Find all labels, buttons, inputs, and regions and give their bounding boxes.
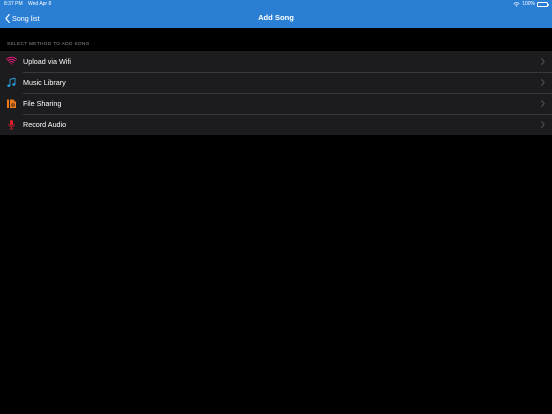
chevron-right-icon	[541, 58, 545, 65]
status-date: Wed Apr 8	[28, 1, 52, 7]
record-audio-item[interactable]: Record Audio	[0, 114, 552, 135]
header: 8:37 PM Wed Apr 8 100% Song list Add Son…	[0, 0, 552, 28]
item-label: Music Library	[23, 78, 66, 87]
upload-via-wifi-item[interactable]: Upload via Wifi	[0, 51, 552, 72]
status-time: 8:37 PM	[4, 1, 23, 7]
page-title: Add Song	[258, 13, 294, 22]
item-label: Upload via Wifi	[23, 57, 71, 66]
wifi-status-icon	[513, 2, 520, 7]
chevron-right-icon	[541, 79, 545, 86]
item-label: Record Audio	[23, 120, 67, 129]
music-library-item[interactable]: Music Library	[0, 72, 552, 93]
item-label: File Sharing	[23, 99, 62, 108]
status-bar: 8:37 PM Wed Apr 8 100%	[0, 0, 552, 9]
status-right: 100%	[513, 0, 549, 9]
file-sharing-item[interactable]: File Sharing	[0, 93, 552, 114]
status-left: 8:37 PM Wed Apr 8	[4, 0, 55, 9]
nav-bar: Song list Add Song	[0, 9, 552, 28]
chevron-right-icon	[541, 121, 545, 128]
microphone-icon	[8, 120, 15, 130]
battery-percent: 100%	[522, 1, 535, 7]
method-list: Upload via Wifi Music Library File Shari…	[0, 51, 552, 135]
wifi-icon	[6, 56, 17, 65]
music-note-icon	[7, 77, 16, 87]
chevron-right-icon	[541, 100, 545, 107]
section-header: SELECT METHOD TO ADD SONG	[7, 42, 90, 47]
file-sharing-icon	[7, 99, 16, 108]
battery-icon	[537, 2, 549, 7]
